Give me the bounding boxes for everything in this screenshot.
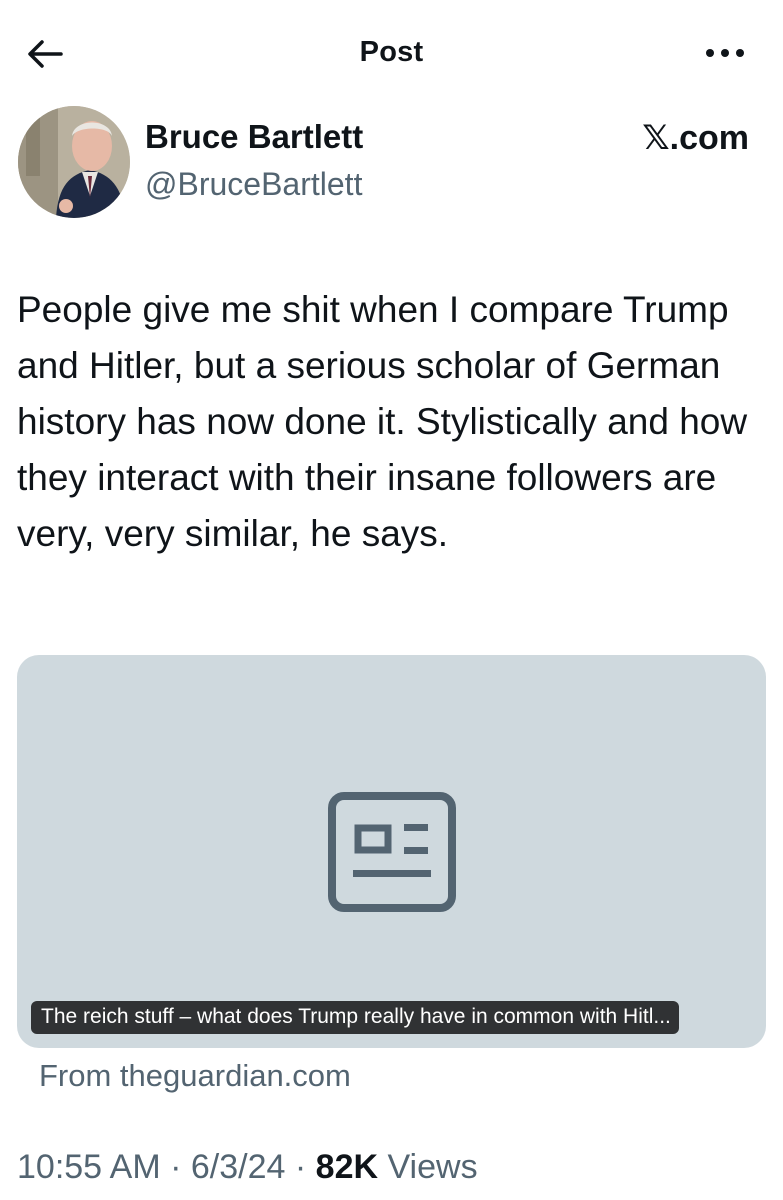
news-article-icon	[328, 792, 456, 912]
top-bar: Post	[0, 0, 783, 105]
post-text: People give me shit when I compare Trump…	[17, 289, 748, 554]
more-options-button[interactable]	[700, 36, 750, 70]
source-brand-label: 𝕏.com	[642, 119, 749, 157]
views-count: 82K	[315, 1148, 379, 1186]
page-title: Post	[359, 36, 424, 68]
more-horizontal-icon	[706, 49, 744, 57]
post-meta: 10:55 AM · 6/3/24 · 82K Views	[17, 1148, 478, 1187]
meta-separator: ·	[294, 1148, 307, 1186]
post-time: 10:55 AM	[17, 1148, 161, 1186]
avatar[interactable]	[18, 106, 130, 218]
post-date: 6/3/24	[190, 1148, 286, 1186]
avatar-photo	[18, 106, 130, 218]
meta-separator: ·	[170, 1148, 182, 1186]
link-preview-card[interactable]: The reich stuff – what does Trump really…	[17, 655, 766, 1048]
card-title: The reich stuff – what does Trump really…	[31, 1001, 679, 1034]
author-handle[interactable]: @BruceBartlett	[145, 166, 362, 203]
author-name[interactable]: Bruce Bartlett	[145, 118, 363, 156]
views-label: Views	[387, 1148, 478, 1186]
card-source-link[interactable]: From theguardian.com	[39, 1058, 351, 1094]
